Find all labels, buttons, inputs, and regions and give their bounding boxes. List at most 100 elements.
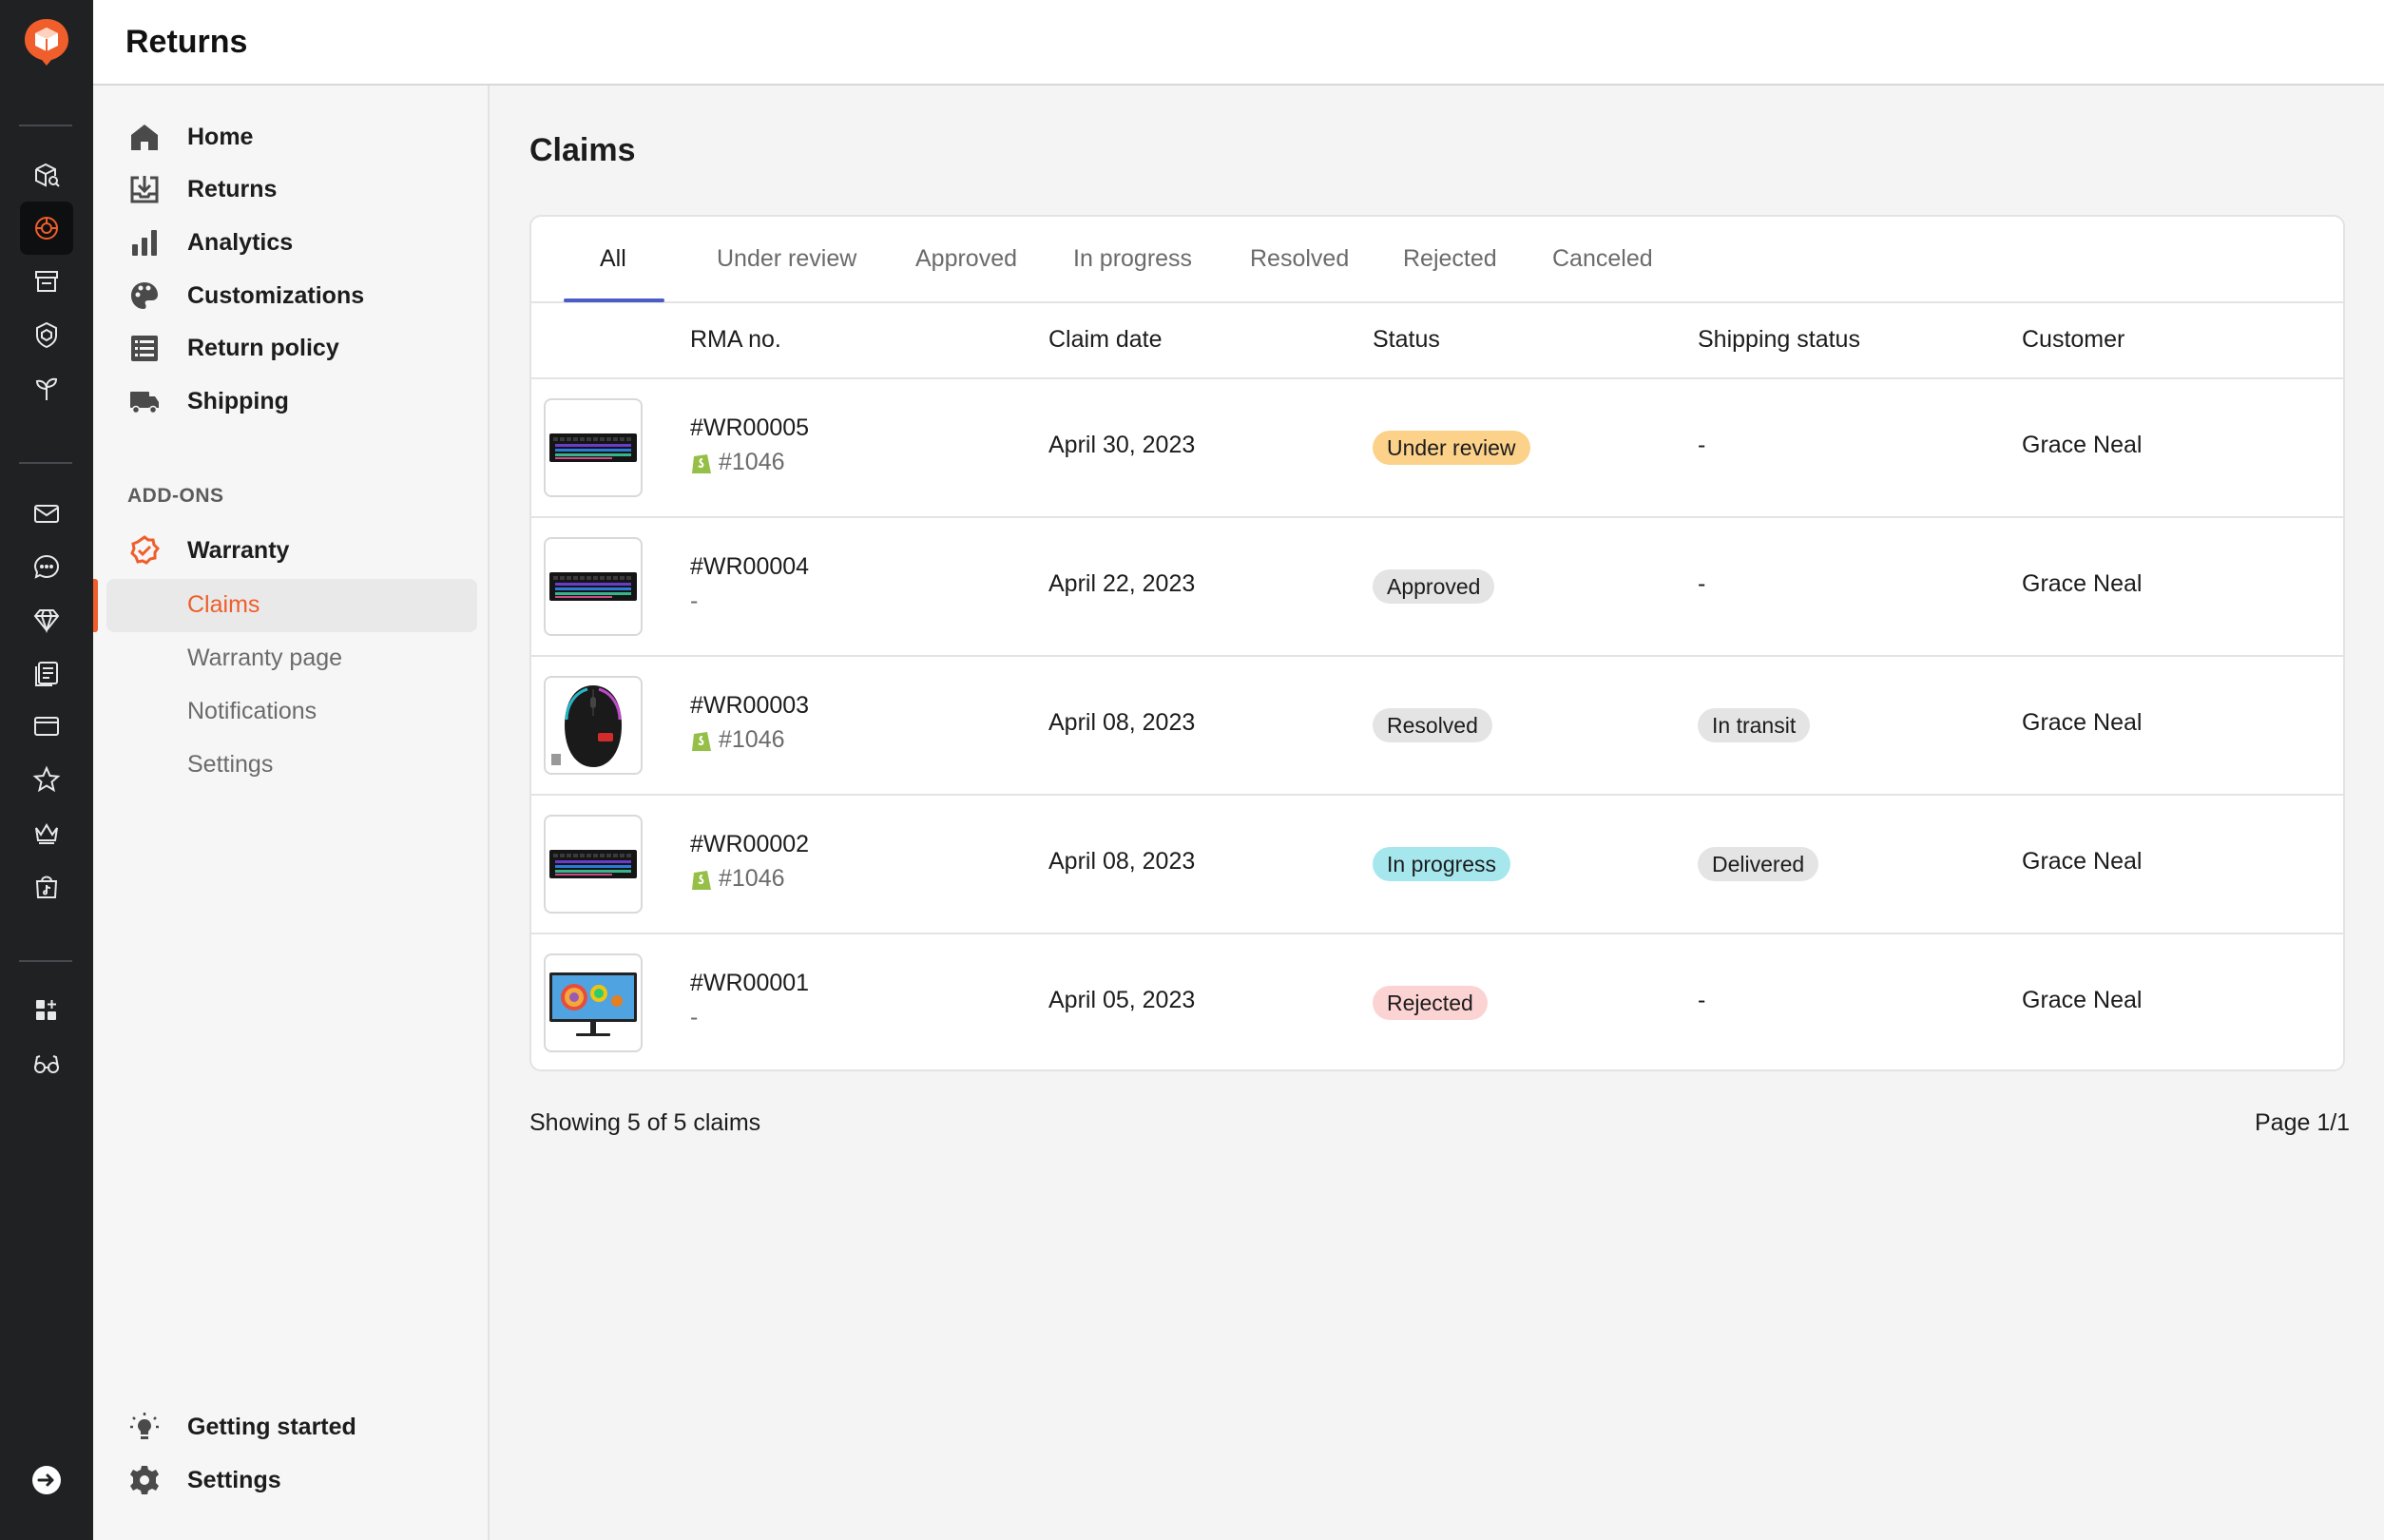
gear-icon — [127, 1463, 162, 1497]
sidebar-item-label: Customizations — [187, 281, 365, 309]
sidebar-subitem-settings[interactable]: Settings — [106, 739, 477, 792]
sidebar-subitem-label: Warranty page — [187, 645, 343, 671]
chat-icon[interactable] — [20, 540, 73, 593]
rma-number[interactable]: #WR00001 — [690, 970, 809, 997]
sidebar-subitem-warranty-page[interactable]: Warranty page — [106, 632, 477, 685]
page-title: Claims — [529, 132, 636, 168]
table-row[interactable]: #WR00001 - April 05, 2023 Rejected - Gra… — [531, 934, 2343, 1069]
crown-icon[interactable] — [20, 806, 73, 859]
app-logo[interactable] — [23, 17, 70, 67]
status-badge: Rejected — [1373, 986, 1488, 1020]
product-thumbnail-keyboard[interactable] — [544, 537, 643, 636]
bar-chart-icon — [127, 225, 162, 260]
tab-rejected[interactable]: Rejected — [1403, 245, 1497, 273]
rma-number[interactable]: #WR00002 — [690, 831, 809, 858]
tab-approved[interactable]: Approved — [915, 245, 1017, 273]
tiktok-bag-icon[interactable] — [20, 859, 73, 913]
tab-in-progress[interactable]: In progress — [1073, 245, 1192, 273]
table-row[interactable]: #WR00002 #1046 April 08, 2023 In progres… — [531, 796, 2343, 934]
column-header-shipping-status[interactable]: Shipping status — [1698, 326, 1860, 354]
product-thumbnail-mouse[interactable] — [544, 676, 643, 775]
truck-icon — [127, 384, 162, 418]
document-list-icon[interactable] — [20, 646, 73, 700]
add-widget-icon[interactable] — [20, 984, 73, 1037]
rail-divider — [19, 462, 72, 464]
product-thumbnail-keyboard[interactable] — [544, 815, 643, 914]
sidebar-item-label: Return policy — [187, 334, 339, 361]
customer-name[interactable]: Grace Neal — [2022, 432, 2142, 459]
app-title: Returns — [125, 24, 248, 60]
sidebar-item-settings[interactable]: Settings — [127, 1461, 281, 1499]
claims-card: All Under review Approved In progress Re… — [529, 215, 2345, 1071]
claims-tabs: All Under review Approved In progress Re… — [531, 217, 2343, 303]
product-thumbnail-monitor[interactable] — [544, 953, 643, 1052]
sidebar-item-returns[interactable]: Returns — [127, 170, 277, 208]
shipping-status: - — [1698, 570, 1706, 597]
sidebar-subitem-notifications[interactable]: Notifications — [106, 685, 477, 739]
warranty-badge-icon — [127, 533, 162, 568]
plant-icon[interactable] — [20, 361, 73, 414]
sidebar-item-shipping[interactable]: Shipping — [127, 382, 289, 420]
collapse-arrow-icon[interactable] — [31, 1465, 62, 1495]
table-row[interactable]: #WR00005 #1046 April 30, 2023 Under revi… — [531, 379, 2343, 518]
customer-name[interactable]: Grace Neal — [2022, 709, 2142, 737]
tab-canceled[interactable]: Canceled — [1552, 245, 1653, 273]
sidebar-item-return-policy[interactable]: Return policy — [127, 329, 339, 367]
customer-name[interactable]: Grace Neal — [2022, 570, 2142, 598]
returns-lifebuoy-icon[interactable] — [20, 202, 73, 255]
sidebar-item-warranty[interactable]: Warranty — [127, 531, 289, 569]
page-indicator: Page 1/1 — [2255, 1109, 2351, 1136]
product-thumbnail-keyboard[interactable] — [544, 398, 643, 497]
status-badge: Under review — [1373, 431, 1530, 465]
active-tab-indicator — [564, 298, 664, 302]
sidebar-item-label: Getting started — [187, 1413, 356, 1440]
customer-name[interactable]: Grace Neal — [2022, 987, 2142, 1014]
shipping-status: - — [1698, 432, 1706, 458]
rma-number[interactable]: #WR00005 — [690, 414, 809, 442]
sidebar-item-customizations[interactable]: Customizations — [127, 277, 364, 315]
sidebar: Home Returns Analytics Customizations Re… — [93, 86, 490, 1540]
lightbulb-icon — [127, 1410, 162, 1444]
column-header-customer[interactable]: Customer — [2022, 326, 2124, 354]
star-icon[interactable] — [20, 753, 73, 806]
claim-date: April 30, 2023 — [1048, 432, 1196, 458]
column-header-rma[interactable]: RMA no. — [690, 326, 781, 354]
order-number: #1046 — [690, 726, 785, 754]
claim-date: April 22, 2023 — [1048, 570, 1196, 597]
sidebar-subitem-claims[interactable]: Claims — [93, 579, 477, 632]
table-row[interactable]: #WR00003 #1046 April 08, 2023 Resolved I… — [531, 657, 2343, 796]
mail-icon[interactable] — [20, 487, 73, 540]
sidebar-item-getting-started[interactable]: Getting started — [127, 1408, 356, 1446]
storefront-icon[interactable] — [20, 255, 73, 308]
card-icon[interactable] — [20, 700, 73, 753]
glasses-icon[interactable] — [20, 1037, 73, 1090]
column-header-claim-date[interactable]: Claim date — [1048, 326, 1163, 354]
rail-divider — [19, 960, 72, 962]
table-row[interactable]: #WR00004 - April 22, 2023 Approved - Gra… — [531, 518, 2343, 657]
tab-resolved[interactable]: Resolved — [1250, 245, 1349, 273]
order-number-text: #1046 — [719, 726, 785, 753]
shield-icon[interactable] — [20, 308, 73, 361]
rma-number[interactable]: #WR00003 — [690, 692, 809, 720]
table-header: RMA no. Claim date Status Shipping statu… — [531, 303, 2343, 379]
rma-number[interactable]: #WR00004 — [690, 553, 809, 581]
returns-tray-icon — [127, 172, 162, 206]
box-search-icon[interactable] — [20, 148, 73, 202]
tab-under-review[interactable]: Under review — [717, 245, 856, 273]
shipping-status: - — [1698, 987, 1706, 1013]
sidebar-subitem-label: Claims — [187, 591, 260, 618]
top-bar: Returns — [93, 0, 2384, 86]
shopify-icon — [692, 453, 711, 473]
customer-name[interactable]: Grace Neal — [2022, 848, 2142, 876]
column-header-status[interactable]: Status — [1373, 326, 1440, 354]
shopify-icon — [692, 731, 711, 751]
sidebar-item-analytics[interactable]: Analytics — [127, 223, 293, 261]
sidebar-item-home[interactable]: Home — [127, 118, 253, 156]
list-icon — [127, 331, 162, 365]
section-label-addons: ADD-ONS — [127, 485, 224, 507]
diamond-icon[interactable] — [20, 593, 73, 646]
tab-all[interactable]: All — [600, 245, 626, 273]
order-number: #1046 — [690, 865, 785, 893]
shipping-status-badge: In transit — [1698, 708, 1811, 742]
shipping-status-badge: Delivered — [1698, 847, 1819, 881]
